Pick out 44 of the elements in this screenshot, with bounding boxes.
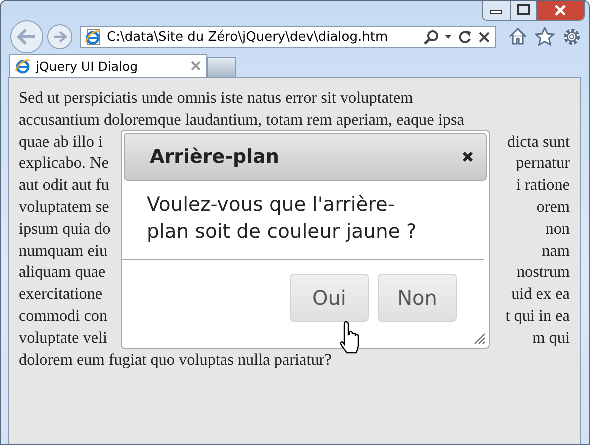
paragraph-text: exercitatione [19, 284, 103, 306]
paragraph-text: non [546, 218, 570, 240]
paragraph-text: uid ex ea [512, 284, 570, 306]
paragraph-text: m qui [532, 328, 570, 349]
paragraph-text: quae ab illo i [19, 132, 104, 153]
paragraph-text: pernatur [516, 153, 570, 174]
search-icon[interactable] [424, 30, 439, 44]
stop-icon[interactable] [478, 30, 491, 44]
paragraph-text: i ratione [516, 175, 570, 196]
paragraph-text: commodi con [19, 306, 108, 327]
paragraph-text: voluptatem se [19, 196, 110, 218]
close-tab-icon[interactable] [191, 61, 201, 71]
browser-tab[interactable]: jQuery UI Dialog [9, 54, 207, 77]
close-icon[interactable] [462, 151, 474, 163]
paragraph-text: orem [536, 196, 570, 218]
settings-icon[interactable] [562, 27, 582, 47]
dialog-button[interactable]: Non [378, 274, 457, 322]
paragraph-text: dicta sunt [508, 132, 570, 153]
close-button[interactable] [536, 1, 584, 20]
resize-grip-icon[interactable] [474, 333, 486, 345]
paragraph-text: numquam eiu [19, 240, 108, 262]
dialog-title: Arrière-plan [150, 146, 280, 168]
browser-logo-icon [15, 58, 31, 74]
paragraph-text: t qui in ea [506, 306, 570, 327]
paragraph-text: aut odit aut fu [19, 175, 110, 196]
address-field[interactable]: C:\data\Site du Zéro\jQuery\dev\dialog.htm [80, 26, 496, 48]
refresh-icon[interactable] [458, 30, 472, 44]
page-icon [85, 28, 101, 46]
paragraph-text: ipsum quia do [19, 218, 111, 240]
home-icon[interactable] [508, 27, 528, 46]
dialog-message: Voulez-vous que l'arrière-plan soit de couleur jaune ? [146, 192, 418, 245]
minimize-button[interactable] [483, 1, 510, 20]
paragraph-text: nam [542, 240, 570, 262]
paragraph-text: voluptate veli [19, 328, 108, 349]
paragraph-text: explicabo. Ne [19, 153, 109, 174]
paragraph-text: dolorem eum fugiat quo voluptas nulla pariatur? [19, 350, 332, 371]
maximize-button[interactable] [510, 1, 536, 20]
paragraph-text: nostrum [516, 262, 570, 284]
paragraph-text: accusantium doloremque laudantium, totam rem aperiam, eaque ipsa [19, 110, 464, 131]
star-icon[interactable] [535, 27, 555, 46]
dialog-button[interactable]: Oui [290, 274, 369, 322]
paragraph-text: Sed ut perspiciatis unde omnis iste natus error sit voluptatem [19, 88, 414, 109]
paragraph-text: aliquam quae [19, 262, 106, 284]
dropdown-caret-icon[interactable] [445, 35, 452, 39]
